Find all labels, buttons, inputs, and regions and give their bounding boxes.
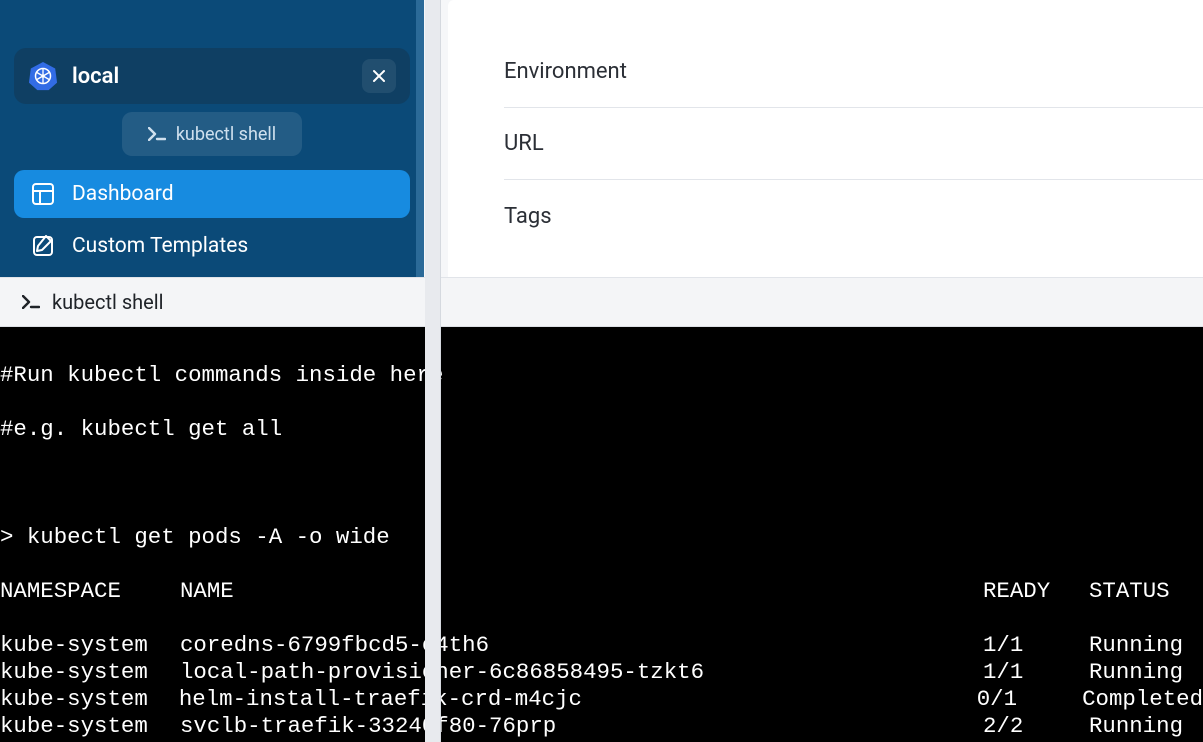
sidebar-item-label: Custom Templates: [72, 234, 248, 258]
close-environment-button[interactable]: [362, 59, 396, 93]
close-icon: [372, 69, 386, 83]
sidebar-item-custom-templates[interactable]: Custom Templates: [14, 222, 410, 270]
col-header-namespace: NAMESPACE: [0, 578, 180, 605]
terminal-output[interactable]: #Run kubectl commands inside here #e.g. …: [0, 327, 1203, 742]
cell-namespace: kube-system: [0, 713, 180, 740]
terminal-command: > kubectl get pods -A -o wide: [0, 524, 1203, 551]
shell-header-bar: kubectl shell: [0, 277, 1203, 327]
cell-ready: 2/2: [983, 713, 1089, 740]
terminal-icon: [22, 295, 40, 309]
cell-namespace: kube-system: [0, 659, 180, 686]
terminal-icon: [148, 127, 166, 141]
terminal-pod-row: kube-systemhelm-install-traefik-crd-m4cj…: [0, 686, 1203, 713]
cell-name: local-path-provisioner-6c86858495-tzkt6: [180, 659, 983, 686]
cell-status: Completed: [1082, 686, 1203, 713]
terminal-header-row: NAMESPACE NAME READY STATUS: [0, 578, 1203, 605]
terminal-comment: #e.g. kubectl get all: [0, 416, 1203, 443]
cell-namespace: kube-system: [0, 686, 179, 713]
sidebar-item-label: Dashboard: [72, 182, 174, 206]
kubernetes-icon: [28, 61, 58, 91]
kubectl-shell-label: kubectl shell: [176, 124, 276, 145]
cell-name: coredns-6799fbcd5-c4th6: [180, 632, 983, 659]
field-tags: Tags: [504, 180, 1203, 252]
cell-ready: 0/1: [977, 686, 1082, 713]
cell-ready: 1/1: [983, 632, 1089, 659]
field-label: Tags: [504, 204, 552, 229]
col-header-status: STATUS: [1089, 578, 1203, 605]
field-url: URL: [504, 108, 1203, 180]
cell-ready: 1/1: [983, 659, 1089, 686]
terminal-pod-row: kube-systemcoredns-6799fbcd5-c4th61/1Run…: [0, 632, 1203, 659]
sidebar: local kubectl shell Dashboard: [0, 0, 424, 277]
sidebar-item-dashboard[interactable]: Dashboard: [14, 170, 410, 218]
cell-name: helm-install-traefik-crd-m4cjc: [179, 686, 977, 713]
col-header-ready: READY: [983, 578, 1089, 605]
cell-namespace: kube-system: [0, 632, 180, 659]
col-header-name: NAME: [180, 578, 983, 605]
terminal-pod-row: kube-systemlocal-path-provisioner-6c8685…: [0, 659, 1203, 686]
field-environment: Environment: [504, 36, 1203, 108]
field-label: URL: [504, 131, 544, 156]
layout-icon: [32, 183, 54, 205]
sidebar-resize-rail[interactable]: [425, 0, 441, 742]
edit-icon: [32, 235, 54, 257]
environment-name: local: [72, 64, 348, 89]
cell-status: Running: [1089, 632, 1203, 659]
cell-status: Running: [1089, 659, 1203, 686]
shell-title: kubectl shell: [52, 290, 164, 314]
cell-status: Running: [1089, 713, 1203, 740]
cell-name: svclb-traefik-33240f80-76prp: [180, 713, 983, 740]
terminal-pod-row: kube-systemsvclb-traefik-33240f80-76prp2…: [0, 713, 1203, 740]
main-content: Environment URL Tags: [448, 0, 1203, 277]
kubectl-shell-button[interactable]: kubectl shell: [122, 112, 302, 156]
terminal-comment: #Run kubectl commands inside here: [0, 362, 1203, 389]
environment-chip[interactable]: local: [14, 48, 410, 104]
field-label: Environment: [504, 59, 627, 84]
